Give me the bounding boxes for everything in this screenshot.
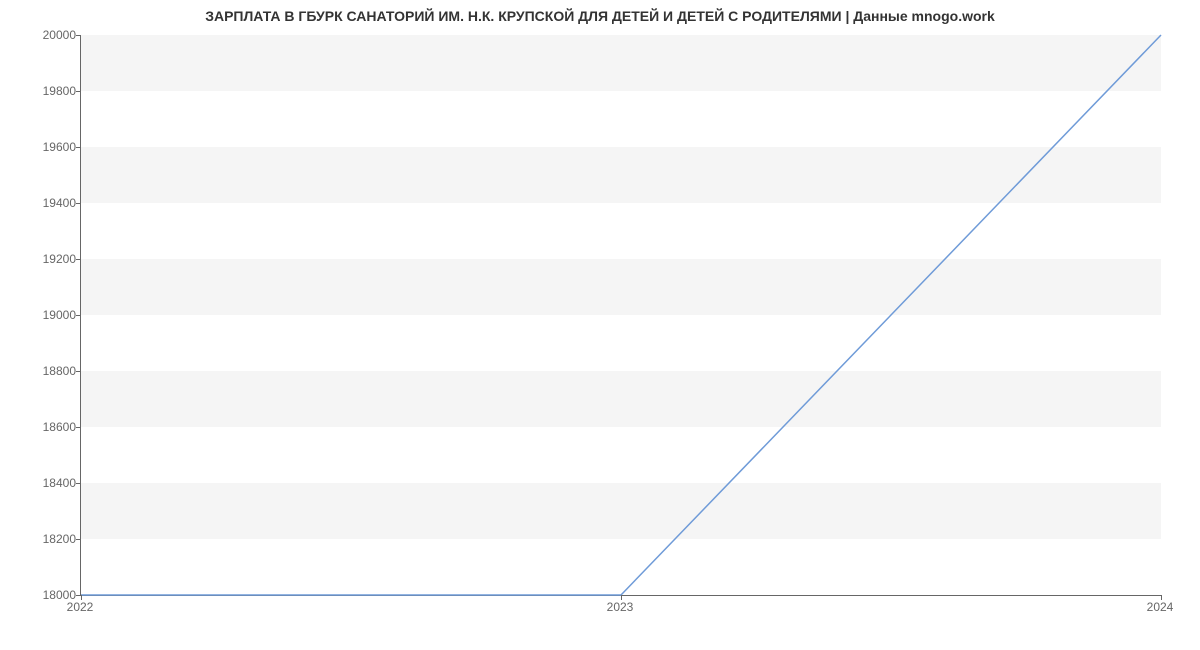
y-tick-mark <box>76 147 81 148</box>
y-tick-label: 18200 <box>16 532 76 546</box>
y-tick-mark <box>76 259 81 260</box>
y-tick-mark <box>76 427 81 428</box>
y-tick-label: 18800 <box>16 364 76 378</box>
x-tick-label: 2023 <box>607 600 634 614</box>
y-tick-mark <box>76 539 81 540</box>
y-tick-label: 19400 <box>16 196 76 210</box>
y-tick-mark <box>76 35 81 36</box>
chart-container: ЗАРПЛАТА В ГБУРК САНАТОРИЙ ИМ. Н.К. КРУП… <box>0 0 1200 650</box>
series-line <box>81 35 1161 595</box>
y-tick-label: 18400 <box>16 476 76 490</box>
y-tick-label: 18600 <box>16 420 76 434</box>
x-tick-label: 2024 <box>1147 600 1174 614</box>
y-tick-label: 20000 <box>16 28 76 42</box>
y-tick-label: 19600 <box>16 140 76 154</box>
y-tick-label: 19000 <box>16 308 76 322</box>
x-tick-label: 2022 <box>67 600 94 614</box>
y-tick-mark <box>76 483 81 484</box>
y-tick-mark <box>76 203 81 204</box>
chart-title: ЗАРПЛАТА В ГБУРК САНАТОРИЙ ИМ. Н.К. КРУП… <box>0 8 1200 24</box>
y-tick-label: 19200 <box>16 252 76 266</box>
y-tick-mark <box>76 371 81 372</box>
plot-area <box>80 35 1161 596</box>
line-layer <box>81 35 1161 595</box>
y-tick-mark <box>76 91 81 92</box>
y-tick-mark <box>76 315 81 316</box>
y-tick-label: 19800 <box>16 84 76 98</box>
